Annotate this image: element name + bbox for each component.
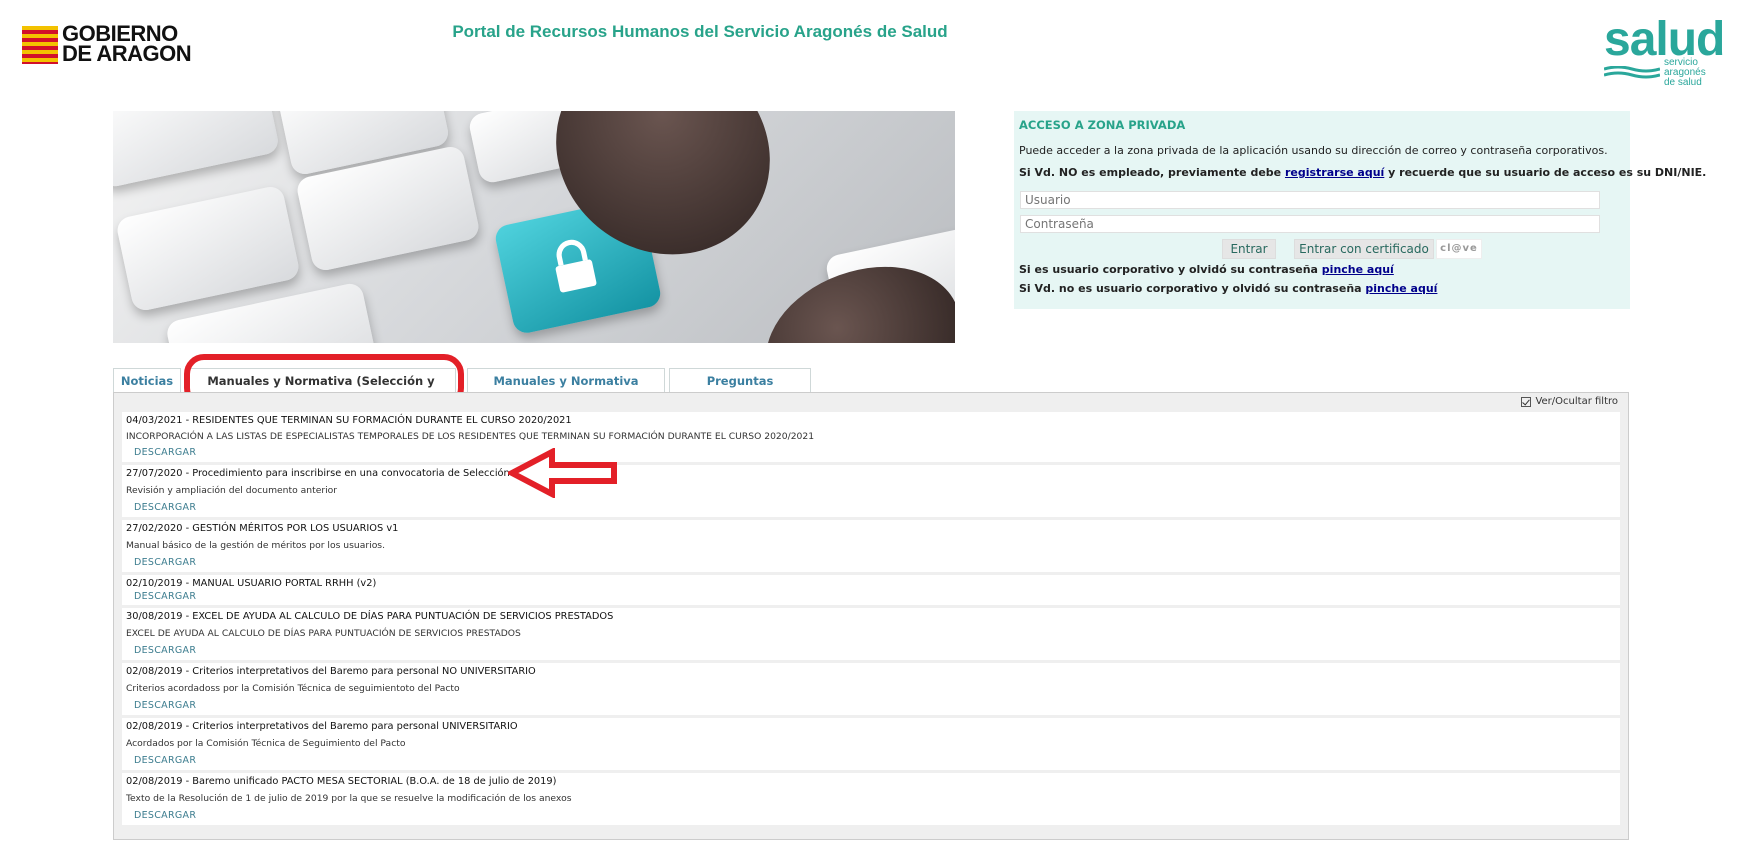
- forgot-noncorporate-link[interactable]: pinche aquí: [1365, 282, 1437, 295]
- documents-panel: Ver/Ocultar filtro 04/03/2021 - RESIDENT…: [113, 392, 1629, 840]
- not-employee-note: Si Vd. NO es empleado, previamente debe …: [1019, 166, 1707, 179]
- salud-logo-sub2: de salud: [1664, 77, 1702, 88]
- document-title: 02/08/2019 - Criterios interpretativos d…: [126, 721, 518, 732]
- download-link[interactable]: DESCARGAR: [134, 447, 196, 458]
- download-link[interactable]: DESCARGAR: [134, 502, 196, 513]
- download-link[interactable]: DESCARGAR: [134, 645, 196, 656]
- register-link[interactable]: registrarse aquí: [1285, 166, 1384, 179]
- login-button[interactable]: Entrar: [1222, 239, 1276, 259]
- document-item: 02/10/2019 - MANUAL USUARIO PORTAL RRHH …: [122, 575, 1620, 605]
- tab-manuales-carrera[interactable]: Manuales y Normativa (Carrera): [467, 368, 665, 412]
- document-item: 02/08/2019 - Criterios interpretativos d…: [122, 718, 1620, 770]
- access-title: ACCESO A ZONA PRIVADA: [1019, 118, 1186, 132]
- document-title: 02/08/2019 - Baremo unificado PACTO MESA…: [126, 776, 557, 787]
- hero-keyboard-image: [113, 111, 955, 343]
- filter-toggle[interactable]: Ver/Ocultar filtro: [1521, 396, 1618, 407]
- document-description: INCORPORACIÓN A LAS LISTAS DE ESPECIALIS…: [126, 431, 815, 442]
- document-description: Texto de la Resolución de 1 de julio de …: [126, 793, 572, 804]
- document-description: EXCEL DE AYUDA AL CALCULO DE DÍAS PARA P…: [126, 628, 521, 639]
- document-item: 30/08/2019 - EXCEL DE AYUDA AL CALCULO D…: [122, 608, 1620, 660]
- download-link[interactable]: DESCARGAR: [134, 591, 196, 602]
- filter-toggle-label: Ver/Ocultar filtro: [1535, 396, 1618, 407]
- forgot-noncorporate-note: Si Vd. no es usuario corporativo y olvid…: [1019, 282, 1438, 295]
- username-input[interactable]: [1020, 191, 1600, 209]
- document-description: Manual básico de la gestión de méritos p…: [126, 540, 386, 551]
- gobierno-aragon-logo: GOBIERNO DE ARAGON: [22, 23, 202, 68]
- salud-waves-icon: [1604, 66, 1660, 79]
- red-arrow-annotation-icon: [508, 448, 617, 498]
- document-item: 02/08/2019 - Baremo unificado PACTO MESA…: [122, 773, 1620, 825]
- download-link[interactable]: DESCARGAR: [134, 755, 196, 766]
- access-intro: Puede acceder a la zona privada de la ap…: [1019, 144, 1608, 157]
- document-description: Revisión y ampliación del documento ante…: [126, 485, 338, 496]
- password-input[interactable]: [1020, 215, 1600, 233]
- document-description: Criterios acordadoss por la Comisión Téc…: [126, 683, 460, 694]
- document-item: 27/02/2020 - GESTIÓN MÉRITOS POR LOS USU…: [122, 520, 1620, 572]
- certificate-login-button[interactable]: Entrar con certificado: [1294, 239, 1434, 259]
- document-title: 02/08/2019 - Criterios interpretativos d…: [126, 666, 536, 677]
- tab-noticias[interactable]: Noticias: [113, 368, 181, 393]
- document-description: Acordados por la Comisión Técnica de Seg…: [126, 738, 406, 749]
- aragon-flag-icon: [22, 26, 58, 64]
- salud-logo: salud servicio aragonés de salud: [1604, 13, 1732, 88]
- gov-logo-line2: DE ARAGON: [62, 41, 192, 66]
- document-title: 04/03/2021 - RESIDENTES QUE TERMINAN SU …: [126, 415, 572, 426]
- download-link[interactable]: DESCARGAR: [134, 700, 196, 711]
- clave-logo-text: cl@ve: [1440, 243, 1478, 254]
- forgot-corporate-link[interactable]: pinche aquí: [1322, 263, 1394, 276]
- document-title: 27/07/2020 - Procedimiento para inscribi…: [126, 468, 526, 479]
- document-item: 27/07/2020 - Procedimiento para inscribi…: [122, 465, 1620, 517]
- document-title: 02/10/2019 - MANUAL USUARIO PORTAL RRHH …: [126, 578, 377, 589]
- page-title: Portal de Recursos Humanos del Servicio …: [452, 22, 948, 41]
- salud-logo-sub1: servicio aragonés: [1664, 57, 1706, 78]
- checkbox-icon: [1521, 396, 1532, 407]
- tab-manuales-seleccion[interactable]: Manuales y Normativa (Selección y provis…: [186, 368, 456, 412]
- document-item: 04/03/2021 - RESIDENTES QUE TERMINAN SU …: [122, 412, 1620, 462]
- document-item: 02/08/2019 - Criterios interpretativos d…: [122, 663, 1620, 715]
- download-link[interactable]: DESCARGAR: [134, 810, 196, 821]
- forgot-corporate-note: Si es usuario corporativo y olvidó su co…: [1019, 263, 1394, 276]
- document-title: 30/08/2019 - EXCEL DE AYUDA AL CALCULO D…: [126, 611, 614, 622]
- document-title: 27/02/2020 - GESTIÓN MÉRITOS POR LOS USU…: [126, 523, 399, 534]
- clave-login-button[interactable]: cl@ve: [1436, 239, 1482, 259]
- download-link[interactable]: DESCARGAR: [134, 557, 196, 568]
- private-access-panel: ACCESO A ZONA PRIVADA Puede acceder a la…: [1014, 111, 1706, 309]
- tab-preguntas-frecuentes[interactable]: Preguntas Frecuentes: [669, 368, 811, 412]
